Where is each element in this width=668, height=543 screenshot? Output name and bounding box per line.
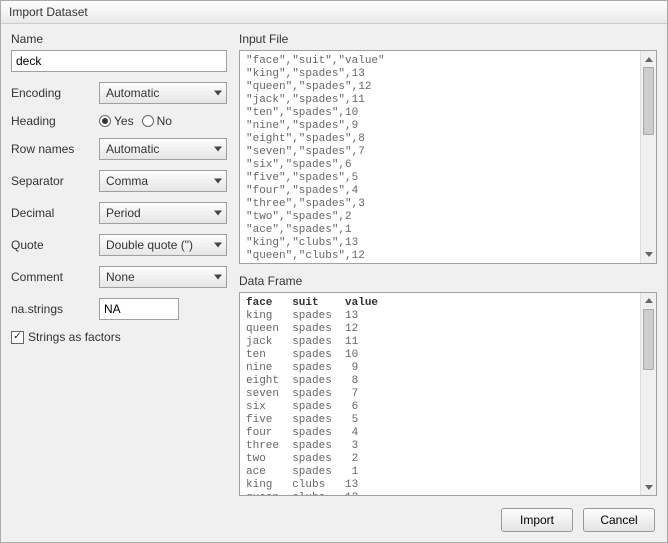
decimal-label: Decimal bbox=[11, 206, 99, 220]
heading-radio-group: Yes No bbox=[99, 114, 178, 128]
heading-label: Heading bbox=[11, 114, 99, 128]
import-dataset-dialog: Import Dataset Name Encoding Automatic H… bbox=[0, 0, 668, 543]
preview-pane: Input File "face","suit","value" "king",… bbox=[239, 32, 657, 496]
scroll-up-icon[interactable] bbox=[641, 51, 656, 67]
heading-no-label: No bbox=[157, 114, 172, 128]
dialog-footer: Import Cancel bbox=[1, 500, 667, 542]
data-frame-rows: king spades 13 queen spades 12 jack spad… bbox=[246, 310, 358, 496]
encoding-value: Automatic bbox=[106, 86, 159, 100]
heading-no-radio[interactable]: No bbox=[142, 114, 172, 128]
input-file-preview: "face","suit","value" "king","spades",13… bbox=[239, 50, 657, 264]
comment-value: None bbox=[106, 270, 135, 284]
rownames-label: Row names bbox=[11, 142, 99, 156]
data-frame-label: Data Frame bbox=[239, 274, 657, 288]
chevron-down-icon bbox=[214, 91, 222, 96]
input-file-label: Input File bbox=[239, 32, 657, 46]
data-frame-preview: face suit value king spades 13 queen spa… bbox=[239, 292, 657, 496]
name-input[interactable] bbox=[11, 50, 227, 72]
dialog-title: Import Dataset bbox=[1, 1, 667, 24]
chevron-down-icon bbox=[214, 179, 222, 184]
quote-label: Quote bbox=[11, 238, 99, 252]
encoding-select[interactable]: Automatic bbox=[99, 82, 227, 104]
dialog-content: Name Encoding Automatic Heading Yes bbox=[1, 24, 667, 500]
separator-value: Comma bbox=[106, 174, 148, 188]
strings-as-factors-label: Strings as factors bbox=[28, 330, 121, 344]
radio-icon bbox=[142, 115, 154, 127]
quote-value: Double quote (") bbox=[106, 238, 193, 252]
quote-select[interactable]: Double quote (") bbox=[99, 234, 227, 256]
decimal-select[interactable]: Period bbox=[99, 202, 227, 224]
separator-select[interactable]: Comma bbox=[99, 170, 227, 192]
encoding-label: Encoding bbox=[11, 86, 99, 100]
separator-label: Separator bbox=[11, 174, 99, 188]
name-label: Name bbox=[11, 32, 227, 46]
rownames-value: Automatic bbox=[106, 142, 159, 156]
cancel-button[interactable]: Cancel bbox=[583, 508, 655, 532]
nastrings-label: na.strings bbox=[11, 302, 99, 316]
heading-yes-label: Yes bbox=[114, 114, 134, 128]
chevron-down-icon bbox=[214, 243, 222, 248]
scrollbar[interactable] bbox=[640, 51, 656, 263]
scroll-down-icon[interactable] bbox=[641, 479, 656, 495]
input-file-text: "face","suit","value" "king","spades",13… bbox=[246, 55, 385, 264]
chevron-down-icon bbox=[214, 147, 222, 152]
scrollbar[interactable] bbox=[640, 293, 656, 495]
scroll-up-icon[interactable] bbox=[641, 293, 656, 309]
scroll-down-icon[interactable] bbox=[641, 247, 656, 263]
decimal-value: Period bbox=[106, 206, 141, 220]
data-frame-header: face suit value bbox=[246, 297, 378, 309]
nastrings-input[interactable] bbox=[99, 298, 179, 320]
comment-label: Comment bbox=[11, 270, 99, 284]
heading-yes-radio[interactable]: Yes bbox=[99, 114, 134, 128]
rownames-select[interactable]: Automatic bbox=[99, 138, 227, 160]
radio-icon bbox=[99, 115, 111, 127]
chevron-down-icon bbox=[214, 211, 222, 216]
options-pane: Name Encoding Automatic Heading Yes bbox=[11, 32, 227, 496]
check-icon: ✓ bbox=[13, 332, 21, 342]
comment-select[interactable]: None bbox=[99, 266, 227, 288]
chevron-down-icon bbox=[214, 275, 222, 280]
import-button[interactable]: Import bbox=[501, 508, 573, 532]
strings-as-factors-checkbox[interactable]: ✓ bbox=[11, 331, 24, 344]
